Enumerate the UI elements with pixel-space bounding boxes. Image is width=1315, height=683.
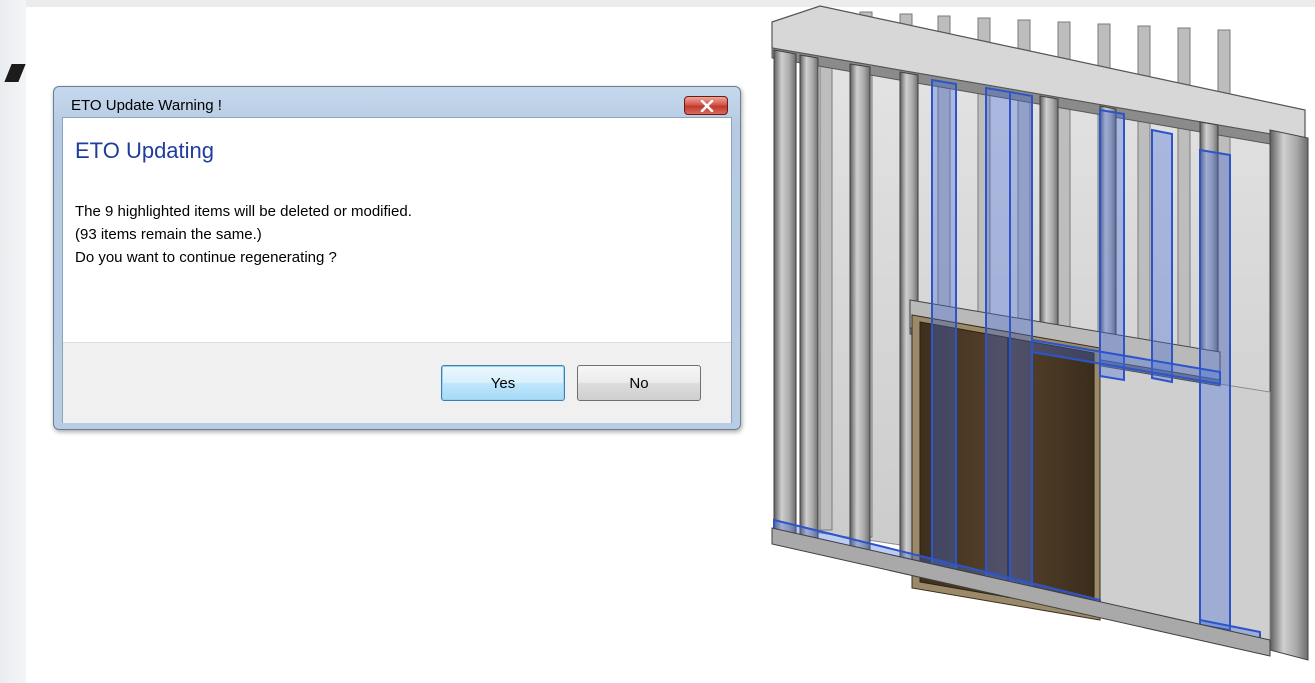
dialog-titlebar[interactable]: ETO Update Warning ! [54,87,740,117]
close-icon [700,100,714,112]
yes-button[interactable]: Yes [441,365,565,401]
dialog-button-bar: Yes No [63,342,731,423]
dialog-title: ETO Update Warning ! [71,97,222,114]
background-fragment [4,64,26,82]
close-button[interactable] [684,96,728,115]
wall-framing-3d-view [771,5,1309,661]
message-line: Do you want to continue regenerating ? [75,249,337,266]
dialog-message: The 9 highlighted items will be deleted … [75,200,412,269]
message-line: (93 items remain the same.) [75,226,262,243]
background-left-strip [0,0,26,683]
message-line: The 9 highlighted items will be deleted … [75,203,412,220]
no-button[interactable]: No [577,365,701,401]
dialog-content: ETO Updating The 9 highlighted items wil… [62,117,732,423]
dialog-heading: ETO Updating [75,138,215,163]
eto-warning-dialog: ETO Update Warning ! ETO Updating The 9 … [53,86,741,430]
